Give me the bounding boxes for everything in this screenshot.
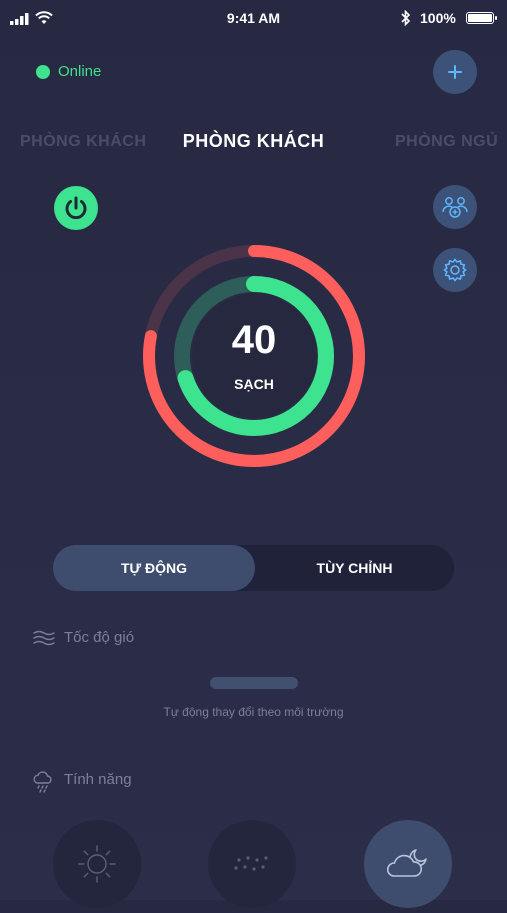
settings-button[interactable] <box>433 248 477 292</box>
power-button[interactable] <box>54 186 98 230</box>
wind-speed-slider[interactable] <box>210 677 298 689</box>
power-icon <box>65 196 87 220</box>
cloud-moon-icon <box>386 849 427 877</box>
feature-dots-button[interactable] <box>208 820 296 908</box>
mode-auto-tab[interactable]: TỰ ĐỘNG <box>53 545 255 591</box>
add-device-button[interactable] <box>433 50 477 94</box>
gear-icon <box>443 258 467 282</box>
sun-icon <box>78 845 116 883</box>
air-quality-value: 40 <box>231 318 277 362</box>
wind-icon <box>33 630 55 646</box>
battery-percent: 100% <box>420 10 456 26</box>
dots-icon <box>234 856 268 871</box>
online-status: Online <box>58 63 102 80</box>
feature-cloud-button[interactable] <box>364 820 452 908</box>
mode-custom-tab[interactable]: TÙY CHỈNH <box>255 545 454 591</box>
weather-icon <box>33 771 52 793</box>
share-group-button[interactable] <box>433 185 477 229</box>
online-indicator <box>36 65 50 79</box>
battery-icon <box>466 12 497 24</box>
status-bar: 9:41 AM 100% <box>0 0 507 36</box>
wind-auto-hint: Tự động thay đổi theo môi trường <box>163 705 344 719</box>
features-label: Tính năng <box>64 771 132 788</box>
bluetooth-icon <box>401 10 411 26</box>
wind-speed-label: Tốc độ gió <box>64 629 135 646</box>
feature-sun-button[interactable] <box>53 820 141 908</box>
room-tab-next[interactable]: PHÒNG NGỦ <box>395 133 498 151</box>
group-add-icon <box>442 197 468 218</box>
air-quality-label: SẠCH <box>234 376 274 392</box>
mode-segmented-control: TỰ ĐỘNG TÙY CHỈNH <box>53 545 454 591</box>
